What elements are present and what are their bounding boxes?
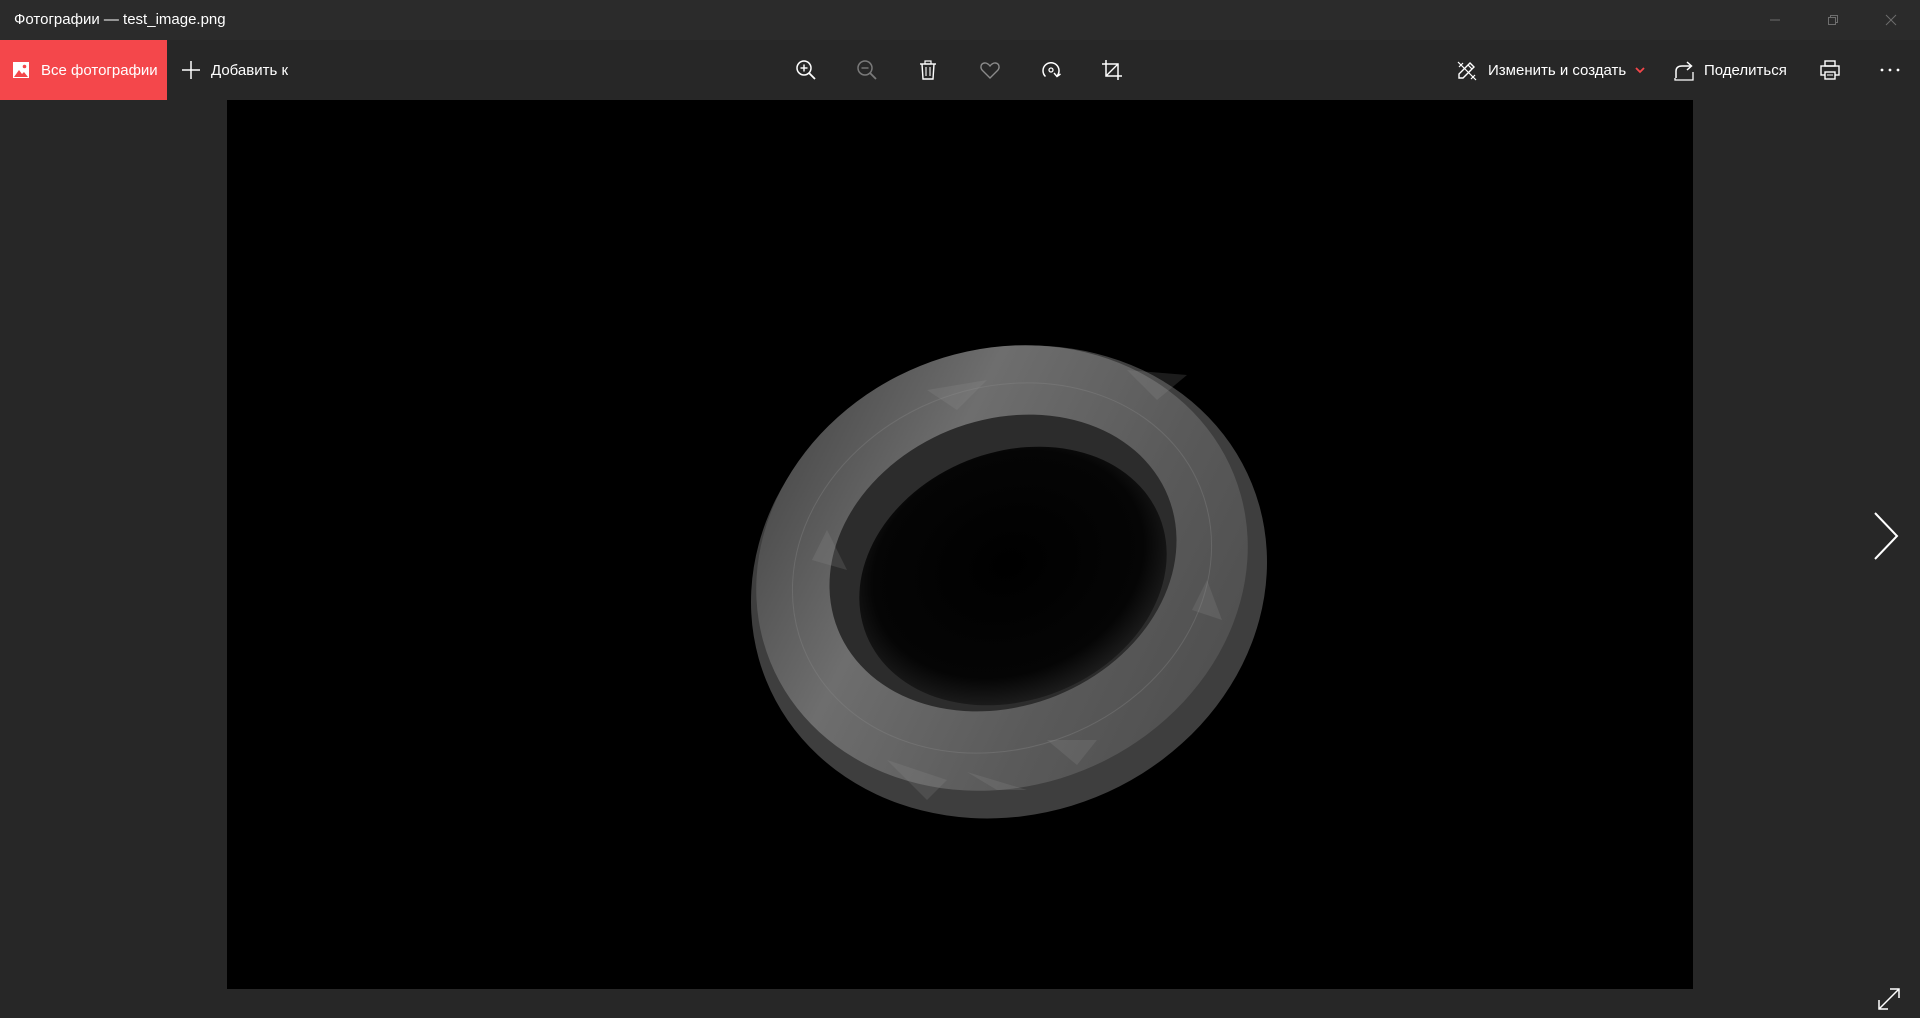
share-icon (1674, 61, 1694, 81)
image-canvas[interactable] (227, 100, 1693, 989)
rotate-icon (1042, 61, 1061, 78)
favorite-button[interactable] (977, 57, 1003, 83)
more-icon (1880, 68, 1900, 72)
delete-button[interactable] (915, 57, 941, 83)
torus-image (750, 345, 1268, 819)
title-bar: Фотографии — test_image.png (0, 0, 1920, 40)
close-button[interactable] (1862, 0, 1920, 40)
trash-icon (920, 60, 936, 80)
chevron-down-icon (1635, 67, 1645, 74)
crop-button[interactable] (1099, 57, 1125, 83)
rotate-button[interactable] (1038, 57, 1064, 83)
close-icon (1885, 14, 1897, 26)
heart-icon (980, 62, 1000, 79)
zoom-in-button[interactable] (793, 57, 819, 83)
photo-icon (13, 62, 29, 78)
restore-button[interactable] (1804, 0, 1862, 40)
window-controls (1746, 0, 1920, 40)
window-title: Фотографии — test_image.png (14, 11, 226, 28)
print-button[interactable] (1817, 57, 1843, 83)
all-photos-label: Все фотографии (41, 61, 158, 79)
edit-create-icon (1457, 61, 1477, 81)
more-options-button[interactable] (1877, 57, 1903, 83)
all-photos-button[interactable]: Все фотографии (0, 40, 167, 100)
zoom-in-icon (796, 60, 816, 80)
minimize-button[interactable] (1746, 0, 1804, 40)
plus-icon (182, 61, 200, 79)
expand-icon (1878, 988, 1900, 1010)
edit-create-button[interactable]: Изменить и создать (1456, 40, 1646, 100)
share-button[interactable]: Поделиться (1673, 40, 1787, 100)
edit-create-label: Изменить и создать (1488, 61, 1627, 79)
restore-icon (1828, 15, 1838, 25)
zoom-out-icon (857, 60, 877, 80)
minimize-icon (1770, 19, 1780, 21)
printer-icon (1820, 60, 1840, 80)
next-image-button[interactable] (1868, 508, 1904, 564)
chevron-right-icon (1874, 512, 1899, 560)
share-label: Поделиться (1704, 61, 1787, 79)
crop-icon (1102, 60, 1122, 80)
toolbar: Все фотографии Добавить к Изменить и соз… (0, 40, 1920, 100)
add-to-button[interactable]: Добавить к (180, 40, 288, 100)
add-to-label: Добавить к (211, 61, 289, 79)
zoom-out-button[interactable] (854, 57, 880, 83)
fullscreen-button[interactable] (1873, 983, 1905, 1015)
